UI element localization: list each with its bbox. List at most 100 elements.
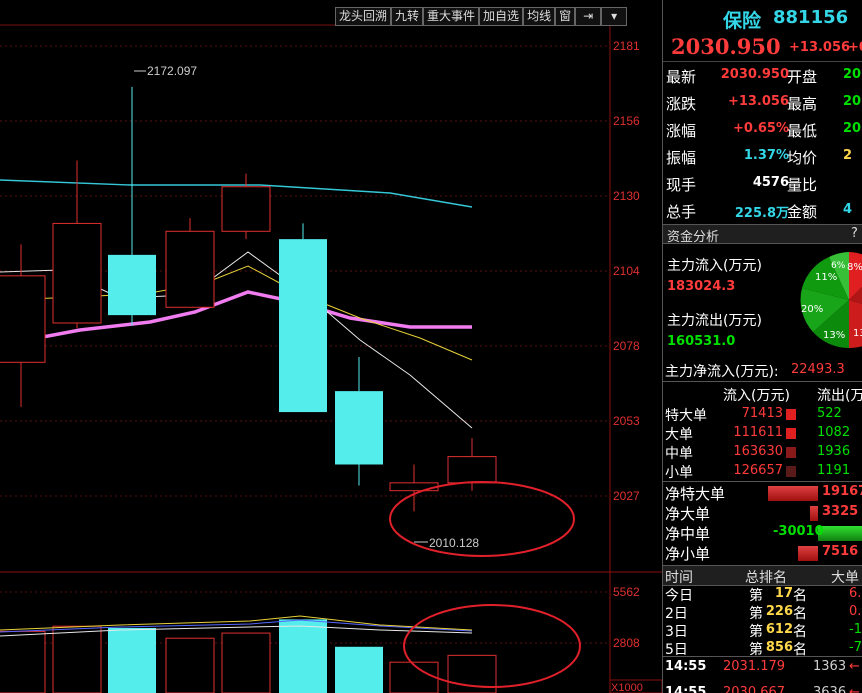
tick-time: 14:55 <box>665 659 707 674</box>
net-value: -30010 <box>773 524 824 539</box>
net-bar <box>798 546 818 561</box>
fund-settings-icon[interactable]: ? <box>851 226 858 241</box>
rank-number: 612 <box>765 622 793 637</box>
fund-analysis-header: 资金分析 ? <box>663 224 862 245</box>
rank-value: 6. <box>849 586 862 601</box>
net-value: 7516 <box>822 544 859 559</box>
net-row-label: 净小单 <box>665 545 711 563</box>
price-tick-label: 2130 <box>613 189 640 203</box>
candle-body <box>52 222 102 324</box>
fund-pie-chart: 11% 20% 13% 6% 8% 13 <box>800 252 862 349</box>
volume-series <box>0 619 497 693</box>
quote-label: 开盘 <box>787 68 818 86</box>
rank-number: 17 <box>774 586 793 601</box>
net-row-label: 净特大单 <box>665 485 726 503</box>
quote-label: 最低 <box>787 122 818 140</box>
flow-out-value: 1191 <box>817 463 851 478</box>
candle-body <box>221 186 271 232</box>
svg-text:11%: 11% <box>815 272 837 283</box>
volume-bar <box>279 619 327 693</box>
toolbar-add-watchlist[interactable]: 加自选 <box>479 7 524 26</box>
quote-label: 现手 <box>666 176 697 194</box>
quote-label: 金额 <box>787 203 818 221</box>
security-name: 保险 <box>723 10 762 32</box>
low-label: 2010.128 <box>429 536 479 550</box>
toolbar-major-events[interactable]: 重大事件 <box>423 7 480 26</box>
candle-body <box>0 275 46 363</box>
volume-bar <box>52 625 102 693</box>
toolbar-dragon-replay[interactable]: 龙头回溯 <box>335 7 392 26</box>
volume-tick-label: 2808 <box>613 636 640 650</box>
volume-bar <box>221 632 271 693</box>
tick-price: 2030.667 <box>723 685 786 693</box>
toolbar-window[interactable]: 窗 <box>555 7 576 26</box>
price-tick-label: 2078 <box>613 339 640 353</box>
tick-volume: 1363 <box>813 659 847 674</box>
flow-in-value: 163630 <box>733 444 783 459</box>
flow-row-label: 中单 <box>665 446 693 462</box>
quote-label: 最高 <box>787 95 818 113</box>
net-value: 3325 <box>822 504 859 519</box>
flow-header-out: 流出(万 <box>817 388 862 404</box>
last-price: 2030.950 <box>671 34 781 59</box>
price-tick-label: 2181 <box>613 39 640 53</box>
flow-in-bar <box>786 466 796 477</box>
svg-text:13%: 13% <box>823 330 845 341</box>
svg-text:6%: 6% <box>831 261 846 271</box>
rank-number: 226 <box>765 604 793 619</box>
price-change-pct-cut: +0 <box>848 40 862 55</box>
flow-row-label: 特大单 <box>665 408 707 424</box>
quote-value: 225.8万 <box>734 206 789 221</box>
flow-out-value: 522 <box>817 406 842 421</box>
candle-body <box>279 239 327 413</box>
dropdown-icon[interactable]: ▾ <box>601 7 628 26</box>
price-axis-labels: 2181 2156 2130 2104 2078 2053 2027 5562 2808 X100… <box>609 39 662 693</box>
candle-body <box>108 254 156 316</box>
arrow-left-icon: ← <box>849 659 860 674</box>
net-bar <box>768 486 818 501</box>
rank-prefix: 第 <box>749 624 763 640</box>
price-tick-label: 2156 <box>613 114 640 128</box>
toolbar-nine-turn[interactable]: 九转 <box>391 7 424 26</box>
flow-in-value: 126657 <box>733 463 783 478</box>
quote-label: 量比 <box>787 176 818 194</box>
main-outflow-value: 160531.0 <box>667 334 736 349</box>
rank-suffix: 名 <box>793 606 807 622</box>
pin-icon[interactable]: ⇥ <box>575 7 602 26</box>
rank-value: 0. <box>849 604 862 619</box>
rank-value: -1. <box>849 622 862 637</box>
rank-prefix: 第 <box>749 588 763 604</box>
quote-label: 最新 <box>666 68 697 86</box>
kline-chart[interactable]: 2181 2156 2130 2104 2078 2053 2027 5562 2808 X100… <box>0 0 662 693</box>
tick-time: 14:55 <box>665 685 707 693</box>
tick-volume: 3636 <box>813 685 847 693</box>
candle-body <box>389 482 439 492</box>
quote-label: 总手 <box>666 203 697 221</box>
rank-header: 时间 总排名 大单 <box>663 565 862 586</box>
flow-in-value: 111611 <box>733 425 783 440</box>
net-inflow-label: 主力净流入(万元): <box>665 364 779 380</box>
flow-row-label: 小单 <box>665 465 693 481</box>
tick-price: 2031.179 <box>723 659 786 674</box>
volume-tick-label: 5562 <box>613 585 640 599</box>
quote-value: 20 <box>843 67 862 82</box>
net-value: 19167 <box>822 484 862 499</box>
volume-bar <box>165 637 215 693</box>
toolbar-ma[interactable]: 均线 <box>523 7 556 26</box>
quote-label: 涨幅 <box>666 122 697 140</box>
volume-unit-label: X1000 <box>611 682 643 693</box>
candle-body <box>447 456 497 484</box>
net-inflow-value: 22493.3 <box>791 362 845 377</box>
annotations: 2172.097 2010.128 <box>134 64 581 688</box>
candle-body <box>335 391 383 465</box>
net-row-label: 净大单 <box>665 505 711 523</box>
main-inflow-label: 主力流入(万元) <box>667 258 762 274</box>
quote-value: 4576 <box>752 175 789 190</box>
volume-bar <box>335 646 383 693</box>
quote-label: 均价 <box>787 149 818 167</box>
quote-value: 2 <box>843 148 853 163</box>
rank-period: 2日 <box>665 606 688 622</box>
quote-label: 振幅 <box>666 149 697 167</box>
security-code: 881156 <box>773 7 849 28</box>
volume-bar <box>108 627 156 693</box>
